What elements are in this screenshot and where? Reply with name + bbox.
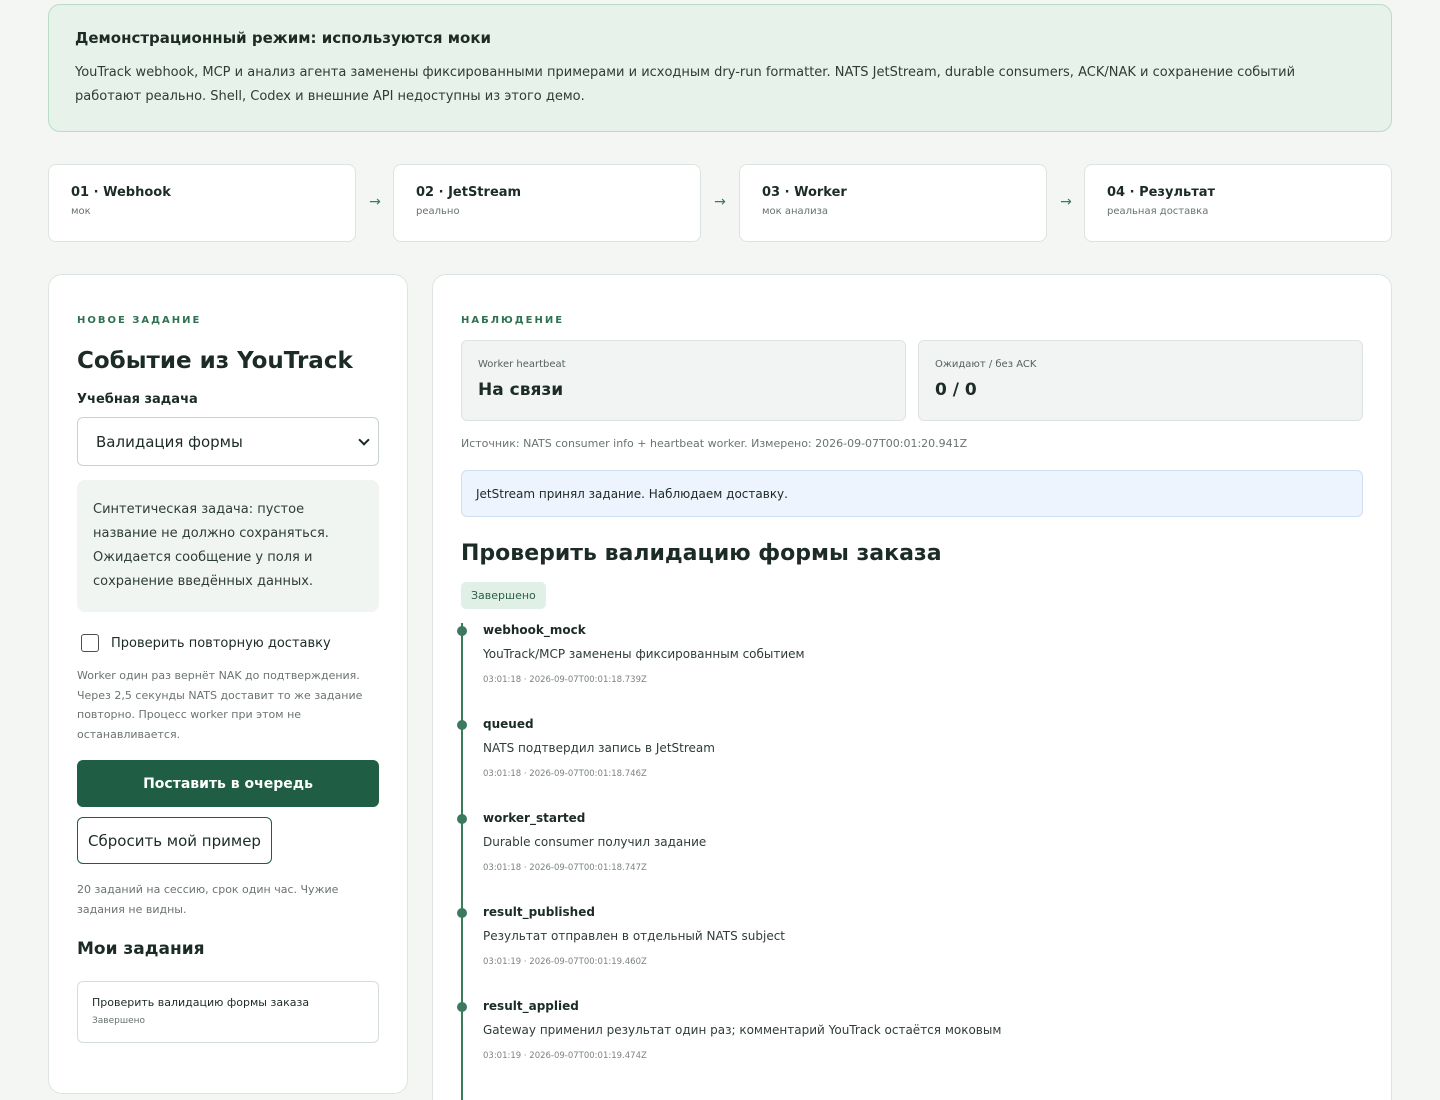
event-time: 03:01:18 · 2026-09-07T00:01:18.746Z xyxy=(483,769,647,779)
status-info: JetStream принял задание. Наблюдаем дост… xyxy=(461,470,1363,517)
timeline-dot-icon xyxy=(457,908,467,918)
metric-label: Worker heartbeat xyxy=(478,359,566,370)
redelivery-option[interactable]: Проверить повторную доставку xyxy=(77,634,379,652)
event-name: result_applied xyxy=(483,999,579,1013)
event-time: 03:01:19 · 2026-09-07T00:01:19.460Z xyxy=(483,957,647,967)
step-subtitle: реально xyxy=(416,206,460,217)
arrow-right-icon: → xyxy=(369,194,381,210)
step-title: 03 · Worker xyxy=(762,185,847,200)
redelivery-hint: Worker один раз вернёт NAK до подтвержде… xyxy=(77,669,363,741)
event-text: Durable consumer получил задание xyxy=(483,835,707,849)
section-eyebrow: Новое задание xyxy=(77,315,202,326)
metric-value: На связи xyxy=(478,380,564,400)
event-time: 03:01:18 · 2026-09-07T00:01:18.739Z xyxy=(483,675,647,685)
redelivery-checkbox[interactable] xyxy=(81,634,99,652)
observation-panel: Наблюдение Worker heartbeat На связи Ожи… xyxy=(432,274,1392,1100)
metric-value: 0 / 0 xyxy=(935,380,977,400)
enqueue-button[interactable]: Поставить в очередь xyxy=(77,760,379,807)
my-task-status: Завершено xyxy=(92,1016,146,1026)
event-name: result_published xyxy=(483,905,595,919)
job-title: Проверить валидацию формы заказа xyxy=(461,541,942,566)
status-badge: Завершено xyxy=(461,582,546,609)
metrics-row: Worker heartbeat На связи Ожидают / без … xyxy=(461,340,1363,421)
metric-label: Ожидают / без ACK xyxy=(935,359,1037,370)
my-tasks-title: Мои задания xyxy=(77,939,205,959)
timeline-dot-icon xyxy=(457,814,467,824)
step-jetstream: 02 · JetStream реально xyxy=(393,164,701,242)
event-text: Gateway применил результат один раз; ком… xyxy=(483,1023,1002,1037)
my-task-title: Проверить валидацию формы заказа xyxy=(92,996,310,1009)
timeline-dot-icon xyxy=(457,720,467,730)
step-result: 04 · Результат реальная доставка xyxy=(1084,164,1392,242)
event-text: YouTrack/MCP заменены фиксированным собы… xyxy=(483,647,805,661)
event-name: webhook_mock xyxy=(483,623,586,637)
my-task-item[interactable]: Проверить валидацию формы заказа Заверше… xyxy=(77,981,379,1043)
timeline-event: worker_started Durable consumer получил … xyxy=(457,811,1363,905)
event-name: queued xyxy=(483,717,534,731)
step-title: 02 · JetStream xyxy=(416,185,522,200)
session-hint: 20 заданий на сессию, срок один час. Чуж… xyxy=(77,883,339,916)
metric-heartbeat: Worker heartbeat На связи xyxy=(461,340,906,421)
event-text: Результат отправлен в отдельный NATS sub… xyxy=(483,929,786,943)
event-name: worker_started xyxy=(483,811,586,825)
arrow-right-icon: → xyxy=(1060,194,1072,210)
timeline-dot-icon xyxy=(457,626,467,636)
step-webhook: 01 · Webhook мок xyxy=(48,164,356,242)
task-select[interactable]: Валидация формы xyxy=(77,417,379,466)
timeline-event: queued NATS подтвердил запись в JetStrea… xyxy=(457,717,1363,811)
arrow-right-icon: → xyxy=(714,194,726,210)
step-title: 04 · Результат xyxy=(1107,185,1216,200)
panel-title: Событие из YouTrack xyxy=(77,348,353,374)
new-task-panel: Новое задание Событие из YouTrack Учебна… xyxy=(48,274,408,1094)
banner-text: YouTrack webhook, MCP и анализ агента за… xyxy=(75,65,1296,104)
redelivery-label[interactable]: Проверить повторную доставку xyxy=(111,636,331,651)
metrics-source: Источник: NATS consumer info + heartbeat… xyxy=(461,437,968,450)
chevron-down-icon xyxy=(358,433,370,446)
step-subtitle: мок анализа xyxy=(762,206,829,217)
pipeline-steps: 01 · Webhook мок → 02 · JetStream реальн… xyxy=(48,164,1392,242)
step-title: 01 · Webhook xyxy=(71,185,171,200)
step-subtitle: реальная доставка xyxy=(1107,206,1209,217)
task-select-label: Учебная задача xyxy=(77,392,198,407)
step-subtitle: мок xyxy=(71,206,91,217)
step-worker: 03 · Worker мок анализа xyxy=(739,164,1047,242)
timeline-event: result_applied Gateway применил результа… xyxy=(457,999,1363,1093)
event-timeline: webhook_mock YouTrack/MCP заменены фикси… xyxy=(457,623,1363,1100)
task-select-value: Валидация формы xyxy=(96,432,243,451)
timeline-dot-icon xyxy=(457,1002,467,1012)
event-time: 03:01:18 · 2026-09-07T00:01:18.747Z xyxy=(483,863,647,873)
timeline-line xyxy=(461,623,463,1100)
event-text: NATS подтвердил запись в JetStream xyxy=(483,741,715,755)
task-description: Синтетическая задача: пустое название не… xyxy=(77,480,379,612)
metric-pending: Ожидают / без ACK 0 / 0 xyxy=(918,340,1363,421)
timeline-event: webhook_mock YouTrack/MCP заменены фикси… xyxy=(457,623,1363,717)
event-time: 03:01:19 · 2026-09-07T00:01:19.474Z xyxy=(483,1051,647,1061)
banner-title: Демонстрационный режим: используются мок… xyxy=(75,29,492,47)
timeline-event: result_published Результат отправлен в о… xyxy=(457,905,1363,999)
section-eyebrow: Наблюдение xyxy=(461,315,565,326)
demo-banner: Демонстрационный режим: используются мок… xyxy=(48,4,1392,132)
reset-example-button[interactable]: Сбросить мой пример xyxy=(77,817,272,864)
